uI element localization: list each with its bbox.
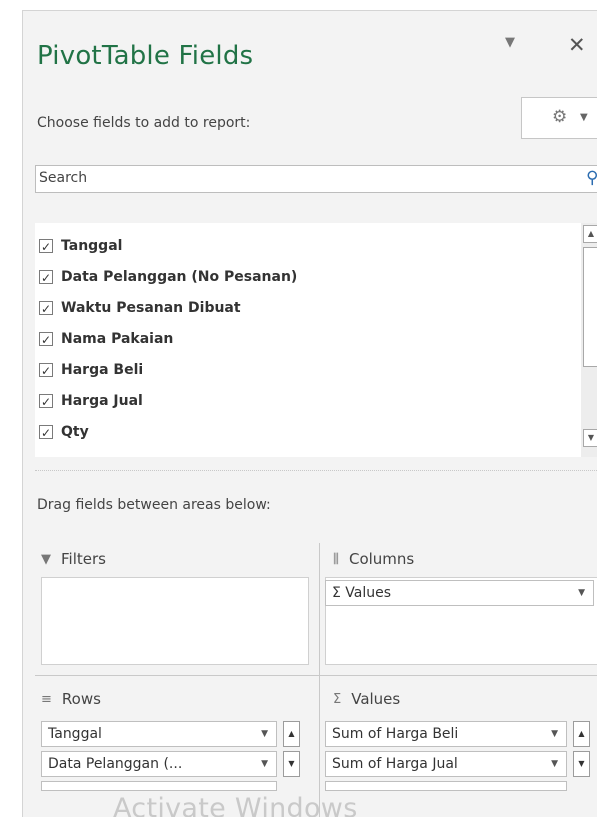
area-item-label: Data Pelanggan (... [48,756,183,772]
field-list: ✓ Tanggal ✓ Data Pelanggan (No Pesanan) … [35,223,597,457]
rows-move-up-button[interactable]: ▲ [283,721,300,747]
rows-item-tanggal[interactable]: Tanggal ▼ [41,721,277,747]
gear-icon: ⚙ [552,107,568,127]
drag-fields-label: Drag fields between areas below: [37,497,271,513]
values-item-sum-harga-beli[interactable]: Sum of Harga Beli ▼ [325,721,567,747]
rows-icon: ≡ [41,691,52,707]
field-item-nama-pakaian[interactable]: ✓ Nama Pakaian [39,328,173,350]
chevron-down-icon[interactable]: ▼ [578,581,585,605]
chevron-down-icon[interactable]: ▼ [551,722,558,746]
field-item-harga-beli[interactable]: ✓ Harga Beli [39,359,143,381]
sigma-icon: Σ [333,691,342,707]
chevron-down-icon[interactable]: ▼ [261,722,268,746]
field-checkbox[interactable]: ✓ [39,394,53,409]
field-label: Qty [61,424,89,440]
activate-windows-watermark: Activate Windows [113,793,358,817]
search-icon[interactable]: ⚲ [586,168,597,188]
field-checkbox[interactable]: ✓ [39,239,53,254]
chevron-down-icon[interactable]: ▼ [261,752,268,776]
field-label: Nama Pakaian [61,331,174,347]
area-horizontal-divider [35,675,597,676]
area-item-label: Tanggal [48,726,102,742]
scroll-thumb[interactable] [583,247,597,367]
close-icon[interactable]: ✕ [568,33,586,57]
values-label: Values [351,690,401,708]
field-checkbox[interactable]: ✓ [39,332,53,347]
area-item-label: Σ Values [332,585,392,601]
field-label: Harga Beli [61,362,144,378]
chevron-down-icon: ▼ [580,112,588,123]
values-move-down-button[interactable]: ▼ [573,751,590,777]
columns-area-label: ⫼ Columns [333,550,414,568]
task-pane-options-dropdown[interactable]: ▼ [505,35,515,50]
search-input[interactable] [36,166,569,190]
rows-label: Rows [61,690,101,708]
columns-icon: ⫼ [333,551,339,567]
field-label: Harga Jual [61,393,143,409]
field-checkbox[interactable]: ✓ [39,425,53,440]
scroll-down-arrow-icon[interactable]: ▼ [583,429,597,447]
rows-move-down-button[interactable]: ▼ [283,751,300,777]
field-checkbox[interactable]: ✓ [39,270,53,285]
rows-item-data-pelanggan[interactable]: Data Pelanggan (... ▼ [41,751,277,777]
choose-fields-label: Choose fields to add to report: [37,115,251,131]
field-checkbox[interactable]: ✓ [39,301,53,316]
columns-item-values[interactable]: Σ Values ▼ [325,580,594,606]
field-item-harga-jual[interactable]: ✓ Harga Jual [39,390,143,412]
filters-label: Filters [61,550,106,568]
field-item-waktu-pesanan[interactable]: ✓ Waktu Pesanan Dibuat [39,297,241,319]
filters-drop-zone[interactable] [41,577,309,665]
field-list-scrollbar[interactable]: ▲ ▼ [581,223,597,457]
section-divider [35,470,597,471]
field-item-data-pelanggan[interactable]: ✓ Data Pelanggan (No Pesanan) [39,266,297,288]
tools-button[interactable]: ⚙ ▼ [521,97,597,139]
scroll-up-arrow-icon[interactable]: ▲ [583,225,597,243]
pivottable-fields-pane: PivotTable Fields ▼ ✕ Choose fields to a… [22,10,597,817]
values-item-sum-harga-jual[interactable]: Sum of Harga Jual ▼ [325,751,567,777]
values-move-up-button[interactable]: ▲ [573,721,590,747]
filter-icon: ▼ [41,551,51,567]
pane-title: PivotTable Fields [37,41,254,71]
search-box: ⚲ [35,165,597,193]
field-checkbox[interactable]: ✓ [39,363,53,378]
area-item-label: Sum of Harga Beli [332,726,459,742]
chevron-down-icon[interactable]: ▼ [551,752,558,776]
area-item-label: Sum of Harga Jual [332,756,458,772]
values-area-label: Σ Values [333,690,400,708]
rows-item-partial[interactable] [41,781,277,791]
field-label: Waktu Pesanan Dibuat [61,300,241,316]
filters-area-label: ▼ Filters [41,550,106,568]
field-label: Tanggal [61,238,123,254]
area-vertical-divider [319,543,320,817]
field-label: Data Pelanggan (No Pesanan) [61,269,298,285]
values-item-partial[interactable] [325,781,567,791]
rows-area-label: ≡ Rows [41,690,101,708]
field-item-qty[interactable]: ✓ Qty [39,421,89,443]
field-item-tanggal[interactable]: ✓ Tanggal [39,235,122,257]
columns-label: Columns [348,550,415,568]
